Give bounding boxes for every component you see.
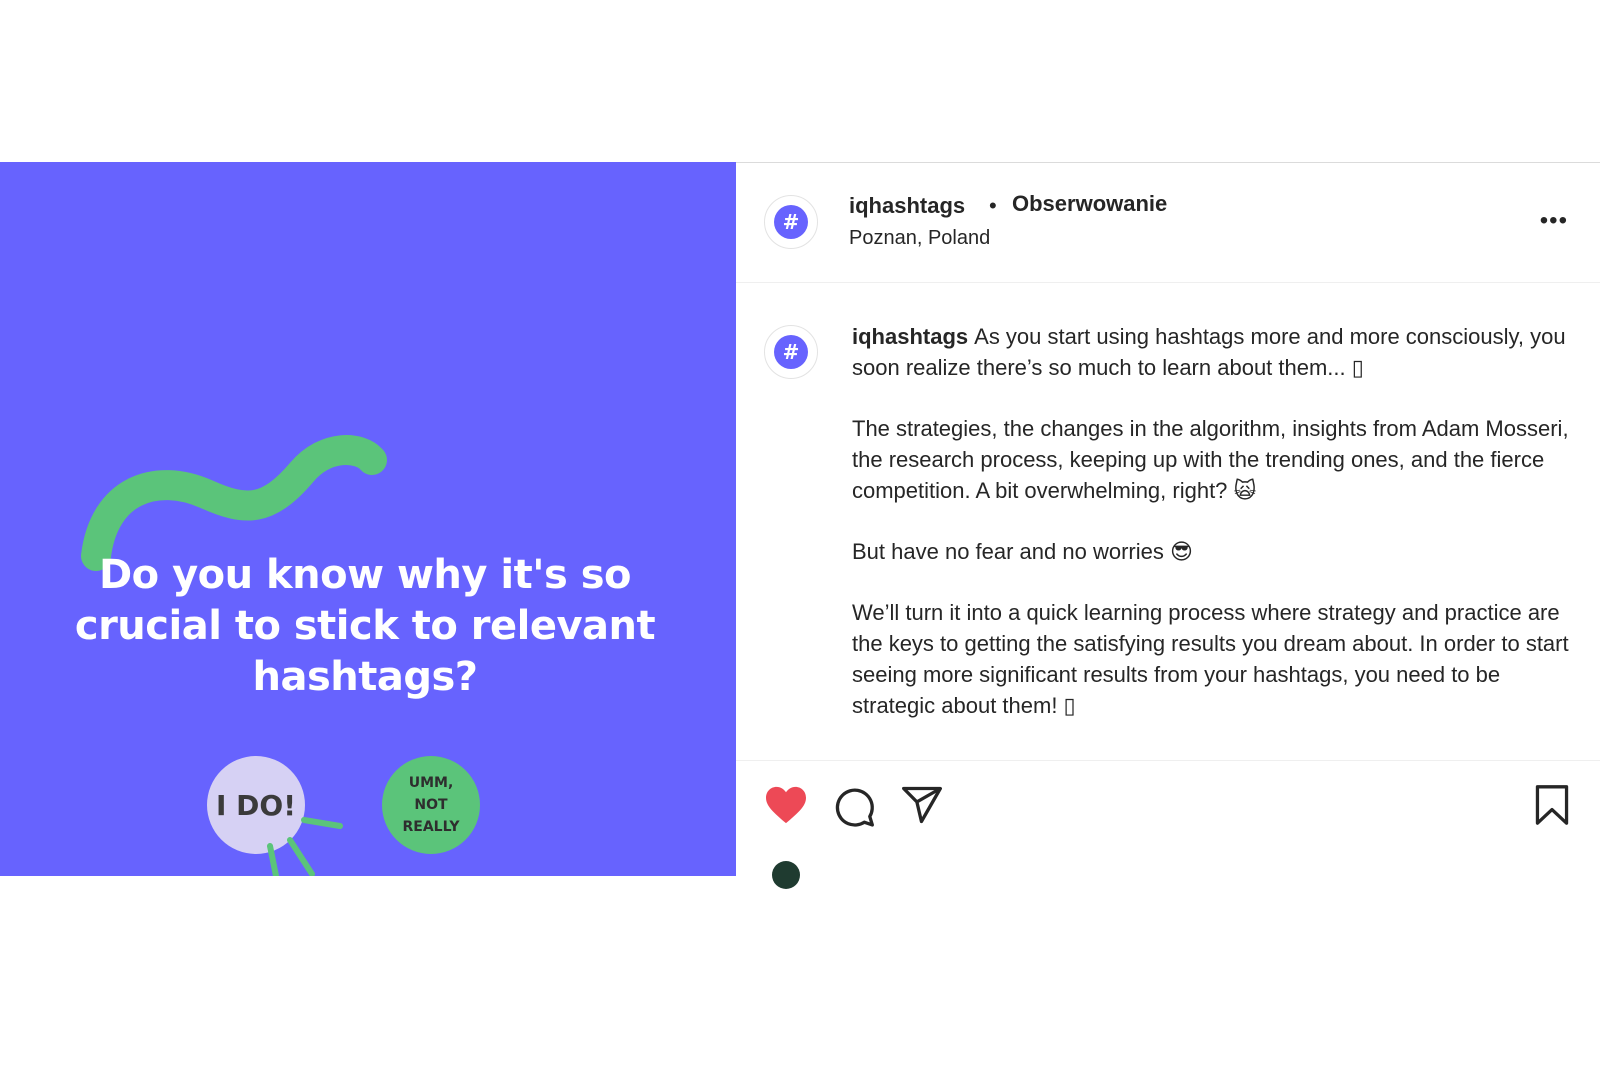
profile-username[interactable]: iqhashtags xyxy=(849,193,965,219)
comment-icon[interactable] xyxy=(832,785,876,829)
rays-graphic xyxy=(267,817,343,876)
paper-plane-icon[interactable] xyxy=(900,783,944,827)
post-details-panel: # iqhashtags • Obserwowanie Poznan, Pola… xyxy=(736,162,1600,889)
separator-dot: • xyxy=(989,193,997,218)
bookmark-icon[interactable] xyxy=(1532,783,1572,827)
liker-avatar[interactable] xyxy=(772,861,800,889)
caption-avatar[interactable]: # xyxy=(764,325,818,379)
post-location[interactable]: Poznan, Poland xyxy=(849,227,990,250)
caption-username[interactable]: iqhashtags xyxy=(852,324,968,349)
follow-status-button[interactable]: Obserwowanie xyxy=(1012,191,1167,217)
more-options-icon[interactable]: ••• xyxy=(1540,207,1568,235)
answer-no-bubble: UMM, NOT REALLY xyxy=(382,756,480,854)
hash-icon: # xyxy=(774,205,808,239)
caption-paragraph: We’ll turn it into a quick learning proc… xyxy=(852,600,1569,718)
heart-filled-icon[interactable] xyxy=(764,785,808,825)
post-header: # iqhashtags • Obserwowanie Poznan, Pola… xyxy=(736,163,1600,283)
post-image[interactable]: Do you know why it's so crucial to stick… xyxy=(0,162,736,876)
caption-paragraph: iqhashtags As you start using hashtags mo… xyxy=(852,321,1580,383)
caption-paragraph: The strategies, the changes in the algor… xyxy=(852,416,1569,503)
action-bar xyxy=(736,761,1600,889)
post-caption: iqhashtags As you start using hashtags mo… xyxy=(852,321,1580,751)
hash-icon: # xyxy=(774,335,808,369)
instagram-post: Do you know why it's so crucial to stick… xyxy=(0,162,1600,889)
caption-paragraph: But have no fear and no worries 😎 xyxy=(852,539,1193,564)
comments-section: # iqhashtags As you start using hashtags … xyxy=(736,283,1600,761)
image-headline: Do you know why it's so crucial to stick… xyxy=(74,552,656,700)
profile-avatar[interactable]: # xyxy=(764,195,818,249)
